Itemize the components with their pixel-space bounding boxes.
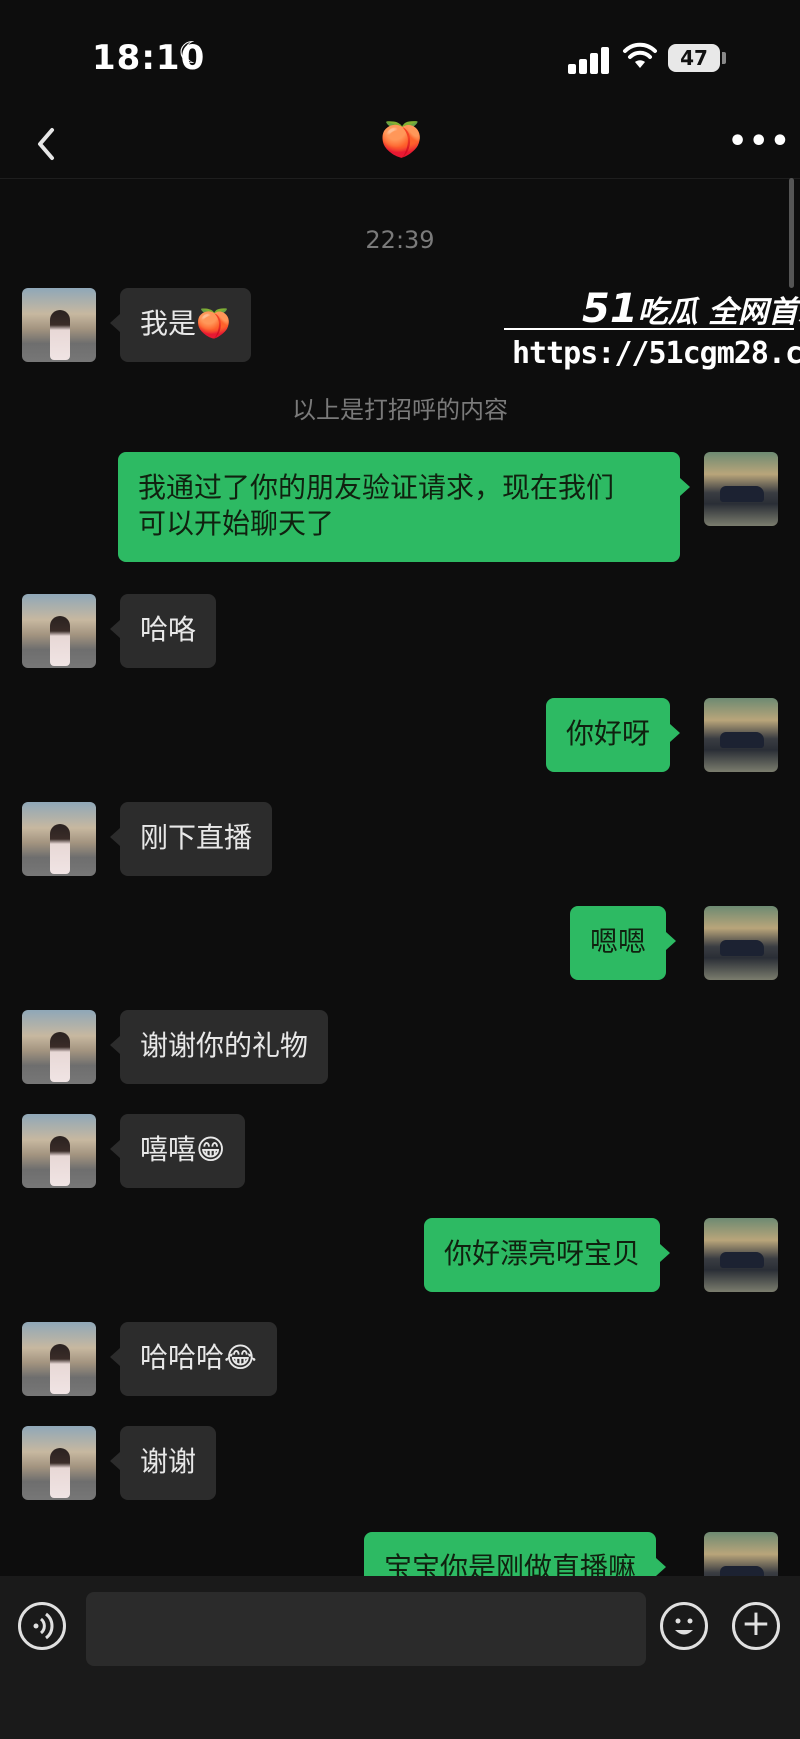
incoming-message[interactable]: 谢谢 xyxy=(109,1426,217,1500)
incoming-message[interactable]: 哈哈哈😂 xyxy=(110,1322,277,1396)
message-timestamp: 22:39 xyxy=(365,226,435,254)
watermark-brand: 51吃瓜 全网首发 xyxy=(582,286,800,332)
status-bar: 18:10 ☾ 47 xyxy=(0,0,800,110)
outgoing-message[interactable]: 嗯嗯 xyxy=(570,906,677,980)
incoming-message[interactable]: 刚下直播 xyxy=(109,802,273,876)
chat-messages[interactable]: 22:39 我是🍑 以上是打招呼的内容 我通过了你的朋友验证请求，现在我们 可以… xyxy=(0,178,800,1576)
outgoing-message[interactable]: 我通过了你的朋友验证请求，现在我们 可以开始聊天了 xyxy=(118,452,690,562)
moon-icon: ☾ xyxy=(178,36,205,71)
watermark-brand-number: 51 xyxy=(582,286,638,332)
my-avatar[interactable] xyxy=(704,452,778,526)
contact-avatar[interactable] xyxy=(22,1426,96,1500)
chat-header: 🍑 ••• xyxy=(0,110,800,179)
watermark-url: https://51cgm28.com xyxy=(512,336,800,371)
my-avatar[interactable] xyxy=(704,906,778,980)
my-avatar[interactable] xyxy=(704,1532,778,1576)
more-actions-button[interactable]: + xyxy=(732,1602,780,1650)
battery-icon: 47 xyxy=(668,44,720,72)
my-avatar[interactable] xyxy=(704,698,778,772)
input-bar: + xyxy=(0,1576,800,1739)
incoming-message[interactable]: 我是🍑 xyxy=(110,288,251,362)
contact-avatar[interactable] xyxy=(22,1010,96,1084)
voice-icon xyxy=(33,1612,54,1640)
battery-cap xyxy=(722,52,726,64)
message-line: 可以开始聊天了 xyxy=(138,507,335,540)
back-arrow-icon[interactable] xyxy=(28,124,68,164)
message-input[interactable] xyxy=(86,1592,646,1666)
system-note: 以上是打招呼的内容 xyxy=(292,396,508,424)
watermark: 51吃瓜 全网首发 https://51cgm28.com xyxy=(500,280,800,380)
contact-avatar[interactable] xyxy=(22,288,96,362)
wifi-icon xyxy=(623,42,657,68)
outgoing-message[interactable]: 宝宝你是刚做直播嘛 xyxy=(364,1532,667,1576)
incoming-message[interactable]: 谢谢你的礼物 xyxy=(109,1010,329,1084)
plus-icon: + xyxy=(740,1603,772,1644)
voice-input-button[interactable] xyxy=(18,1602,66,1650)
outgoing-message[interactable]: 你好漂亮呀宝贝 xyxy=(424,1218,671,1292)
chat-title: 🍑 xyxy=(380,120,423,160)
contact-avatar[interactable] xyxy=(22,1114,96,1188)
watermark-divider xyxy=(504,328,794,330)
message-line: 我通过了你的朋友验证请求，现在我们 xyxy=(138,471,615,504)
incoming-message[interactable]: 哈咯 xyxy=(109,594,217,668)
contact-avatar[interactable] xyxy=(22,594,96,668)
emoji-button[interactable] xyxy=(660,1602,708,1650)
my-avatar[interactable] xyxy=(704,1218,778,1292)
contact-avatar[interactable] xyxy=(22,1322,96,1396)
more-options-icon[interactable]: ••• xyxy=(728,124,792,159)
incoming-message[interactable]: 嘻嘻😁 xyxy=(109,1114,246,1188)
smiley-icon xyxy=(675,1618,693,1635)
watermark-brand-text: 吃瓜 全网首发 xyxy=(637,295,800,330)
contact-avatar[interactable] xyxy=(22,802,96,876)
outgoing-message[interactable]: 你好呀 xyxy=(546,698,681,772)
cellular-signal-icon xyxy=(568,44,618,74)
